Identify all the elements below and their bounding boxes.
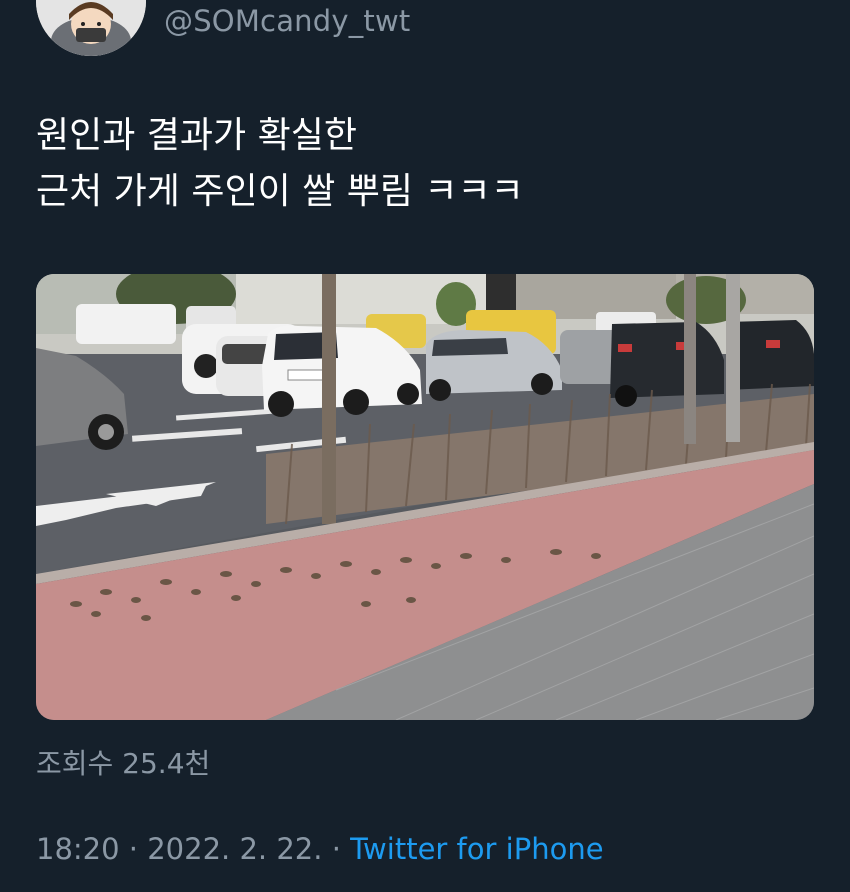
tweet-date[interactable]: 2022. 2. 22.	[147, 832, 322, 866]
tweet-photo[interactable]	[36, 274, 814, 720]
meta-separator: ·	[322, 832, 351, 866]
tweet-time[interactable]: 18:20	[36, 832, 120, 866]
meta-separator: ·	[119, 832, 148, 866]
street-photo-icon	[36, 274, 814, 720]
tweet-text: 원인과 결과가 확실한 근처 가게 주인이 쌀 뿌림 ㅋㅋㅋ	[36, 108, 524, 220]
tweet-detail: @SOMcandy_twt 원인과 결과가 확실한 근처 가게 주인이 쌀 뿌림…	[0, 0, 850, 892]
view-count: 조회수 25.4천	[36, 747, 211, 780]
author-avatar[interactable]	[36, 0, 146, 56]
avatar-icon	[36, 0, 146, 56]
tweet-meta: 18:20 · 2022. 2. 22. · Twitter for iPhon…	[36, 832, 604, 866]
author-handle[interactable]: @SOMcandy_twt	[164, 4, 410, 38]
tweet-source-link[interactable]: Twitter for iPhone	[350, 832, 603, 866]
tweet-text-line-1: 원인과 결과가 확실한	[36, 115, 357, 156]
tweet-text-line-2: 근처 가게 주인이 쌀 뿌림 ㅋㅋㅋ	[36, 171, 524, 212]
